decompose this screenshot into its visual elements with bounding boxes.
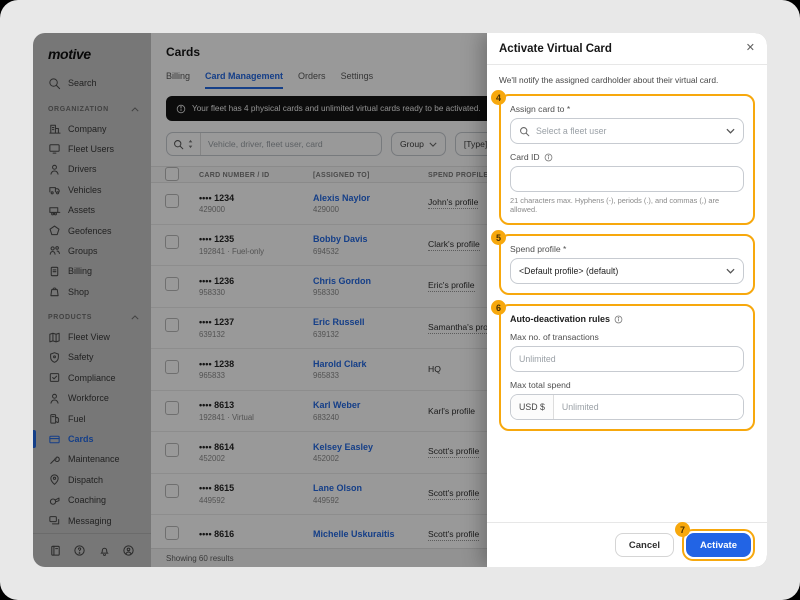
max-total-spend-field: USD $ <box>510 394 744 420</box>
auto-deactivation-title: Auto-deactivation rules <box>510 314 744 324</box>
assign-card-label: Assign card to * <box>510 104 744 114</box>
info-icon <box>544 153 553 162</box>
cancel-button[interactable]: Cancel <box>615 533 674 557</box>
annotation-badge-4: 4 <box>491 90 506 105</box>
panel-body: We'll notify the assigned cardholder abo… <box>487 65 767 522</box>
panel-footer: Cancel 7 Activate <box>487 522 767 567</box>
annotation-badge-5: 5 <box>491 230 506 245</box>
panel-header: Activate Virtual Card ✕ <box>487 33 767 65</box>
card-id-help: 21 characters max. Hyphens (-), periods … <box>510 196 744 214</box>
assign-card-select[interactable]: Select a fleet user <box>510 118 744 144</box>
card-id-label: Card ID <box>510 152 744 162</box>
annotation-ring-auto-deactivation: 6 Auto-deactivation rules Max no. of tra… <box>499 304 755 431</box>
info-icon <box>614 315 623 324</box>
spend-profile-value: <Default profile> (default) <box>519 266 720 276</box>
annotation-badge-7: 7 <box>675 522 690 537</box>
card-id-input[interactable] <box>510 166 744 192</box>
search-icon <box>519 126 530 137</box>
chevron-down-icon <box>726 128 735 134</box>
currency-prefix: USD $ <box>511 395 554 419</box>
assign-card-placeholder: Select a fleet user <box>536 126 720 136</box>
annotation-ring-activate: 7 Activate <box>682 529 755 561</box>
chevron-down-icon <box>726 268 735 274</box>
annotation-ring-assign: 4 Assign card to * Select a fleet user C… <box>499 94 755 225</box>
panel-description: We'll notify the assigned cardholder abo… <box>499 75 755 85</box>
max-transactions-label: Max no. of transactions <box>510 332 744 342</box>
activate-button[interactable]: Activate <box>686 533 751 557</box>
activate-virtual-card-panel: Activate Virtual Card ✕ We'll notify the… <box>487 33 767 567</box>
max-total-spend-input[interactable] <box>554 395 743 419</box>
max-total-spend-label: Max total spend <box>510 380 744 390</box>
annotation-ring-spend-profile: 5 Spend profile * <Default profile> (def… <box>499 234 755 295</box>
panel-title: Activate Virtual Card <box>499 43 612 55</box>
spend-profile-label: Spend profile * <box>510 244 744 254</box>
screenshot-canvas: motive Search ORGANIZATION Company Fleet… <box>0 0 800 600</box>
annotation-badge-6: 6 <box>491 300 506 315</box>
close-icon[interactable]: ✕ <box>746 43 755 54</box>
max-transactions-input[interactable] <box>510 346 744 372</box>
spend-profile-select[interactable]: <Default profile> (default) <box>510 258 744 284</box>
app-window: motive Search ORGANIZATION Company Fleet… <box>33 33 767 567</box>
